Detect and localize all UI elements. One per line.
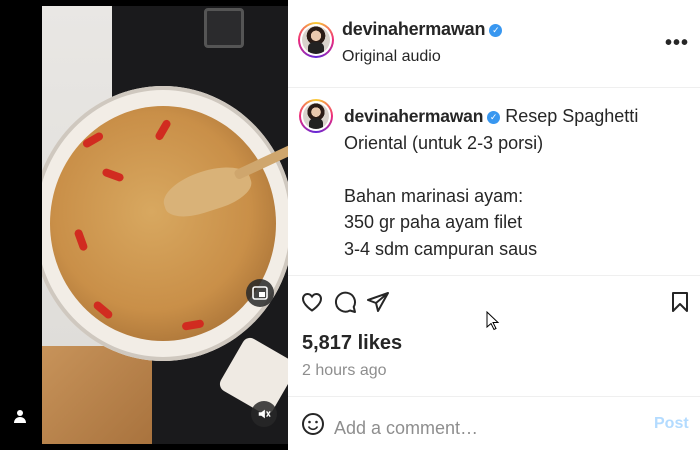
- media-pane: [0, 0, 288, 450]
- mouse-pointer-icon: [486, 311, 500, 331]
- video-stove-knob: [204, 8, 244, 48]
- caption-area: devinahermawan ✓ Resep Spaghetti Oriental…: [288, 89, 700, 276]
- post-header: devinahermawan ✓ Original audio •••: [288, 0, 700, 88]
- comment-input[interactable]: [334, 415, 634, 441]
- post-comment-button[interactable]: Post: [654, 415, 689, 433]
- user-tag-icon[interactable]: [12, 408, 28, 424]
- author-username-text[interactable]: devinahermawan: [342, 19, 485, 39]
- caption-text: Resep Spaghetti Oriental (untuk 2-3 pors…: [344, 106, 639, 259]
- caption: devinahermawan ✓ Resep Spaghetti Oriental…: [344, 103, 684, 262]
- share-icon[interactable]: [366, 290, 390, 314]
- comment-icon[interactable]: [333, 290, 357, 314]
- caption-username[interactable]: devinahermawan: [344, 106, 483, 126]
- like-count[interactable]: 5,817 likes: [302, 332, 402, 355]
- comment-bar: Post: [288, 396, 700, 450]
- post-timestamp[interactable]: 2 hours ago: [302, 362, 387, 380]
- avatar[interactable]: [298, 22, 334, 58]
- verified-badge-icon: ✓: [489, 24, 503, 37]
- speaker-muted-icon: [258, 409, 271, 419]
- mute-button[interactable]: [251, 401, 277, 427]
- author-username[interactable]: devinahermawan ✓: [342, 19, 503, 40]
- picture-in-picture-button[interactable]: [246, 279, 274, 307]
- picture-in-picture-icon: [252, 286, 268, 300]
- reel-video[interactable]: [42, 6, 288, 444]
- video-cutting-board: [42, 346, 152, 444]
- caption-avatar[interactable]: [299, 99, 333, 133]
- verified-badge-icon: ✓: [487, 111, 501, 124]
- heart-icon[interactable]: [300, 290, 324, 314]
- emoji-icon[interactable]: [301, 412, 325, 436]
- audio-link[interactable]: Original audio: [342, 48, 441, 66]
- more-options-icon[interactable]: •••: [665, 32, 689, 55]
- post-panel: devinahermawan ✓ Original audio ••• devin…: [288, 0, 700, 450]
- bookmark-icon[interactable]: [668, 290, 692, 314]
